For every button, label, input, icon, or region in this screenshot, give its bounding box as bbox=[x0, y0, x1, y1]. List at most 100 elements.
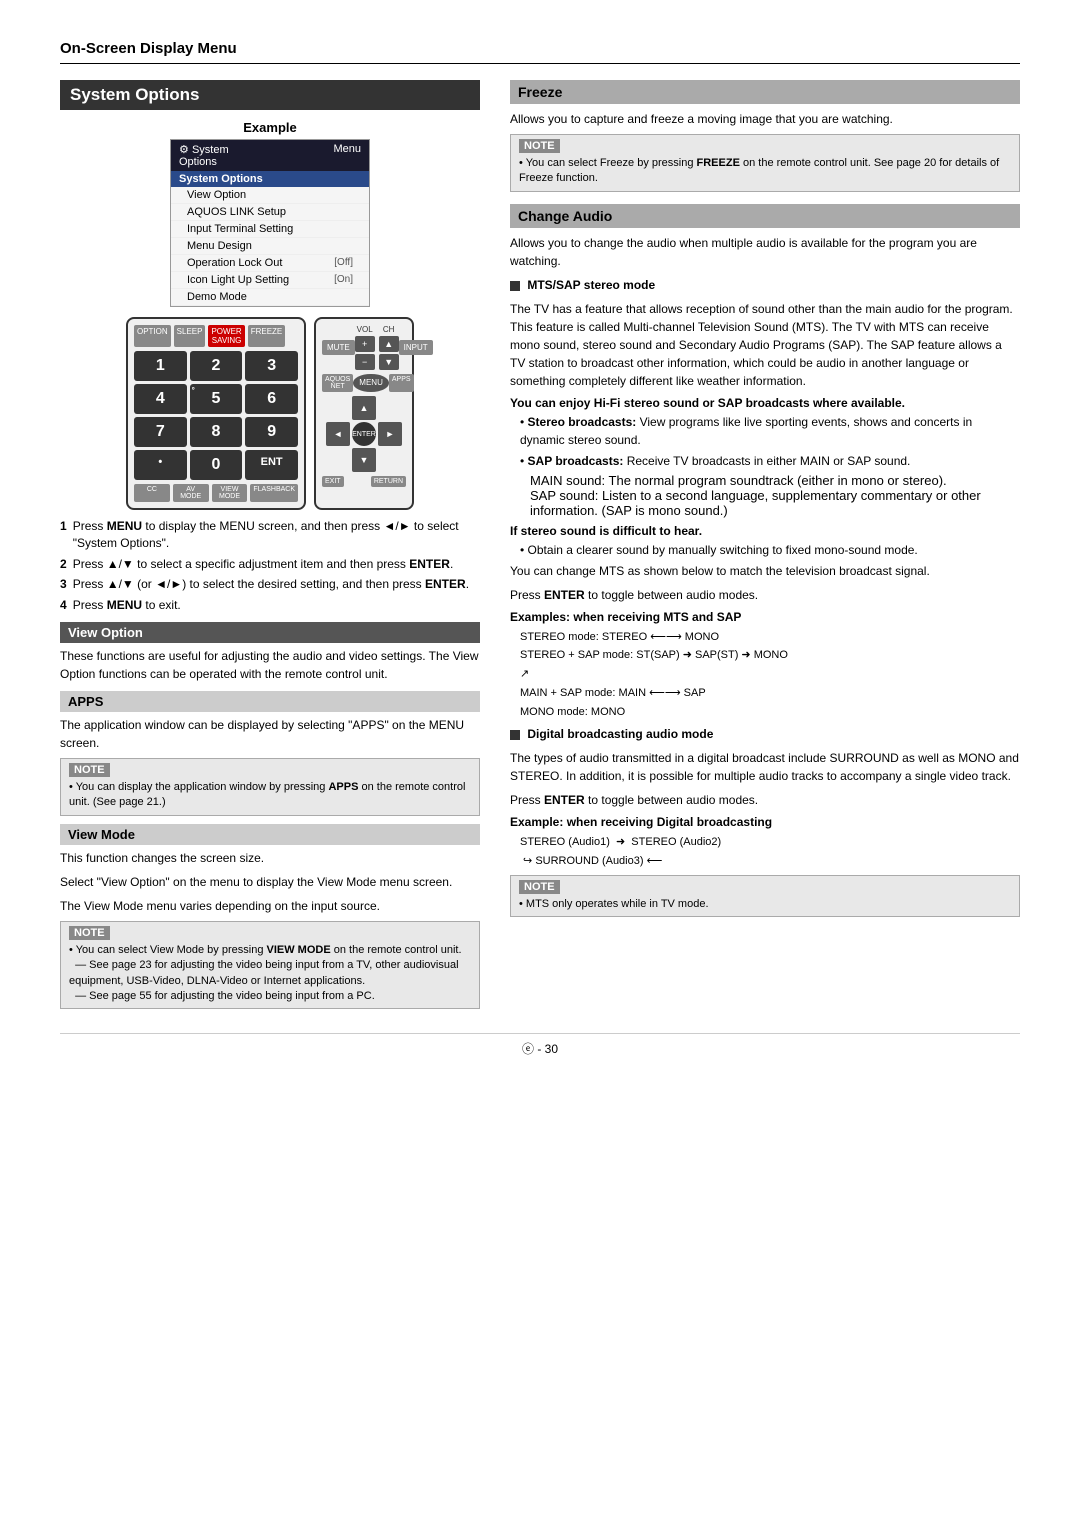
remote-left: OPTION SLEEP POWERSAVING FREEZE 1 2 3 4 … bbox=[126, 317, 306, 510]
icon-light-label: Icon Light Up Setting bbox=[187, 274, 289, 286]
square-bullet-icon bbox=[510, 281, 520, 291]
num-5[interactable]: 5° bbox=[190, 384, 243, 414]
page-header: On-Screen Display Menu bbox=[60, 40, 1020, 64]
freeze-heading: Freeze bbox=[510, 80, 1020, 104]
power-button[interactable]: POWERSAVING bbox=[208, 325, 244, 347]
dpad: ▲ ◄ ENTER ► ▼ bbox=[326, 396, 402, 472]
step-1-num: 1 bbox=[60, 518, 67, 552]
step-3: 3 Press ▲/▼ (or ◄/►) to select the desir… bbox=[60, 576, 480, 593]
remote-area: OPTION SLEEP POWERSAVING FREEZE 1 2 3 4 … bbox=[60, 317, 480, 510]
num-dot[interactable]: • bbox=[134, 450, 187, 480]
menu-item-input[interactable]: Input Terminal Setting bbox=[171, 221, 369, 238]
remote-right: MUTE VOL + − CH ▲ ▼ bbox=[314, 317, 414, 510]
enter-button[interactable]: ENTER bbox=[352, 422, 376, 446]
menu-button[interactable]: MENU bbox=[353, 374, 389, 392]
menu-item-menu-design[interactable]: Menu Design bbox=[171, 238, 369, 255]
change-audio-text: Allows you to change the audio when mult… bbox=[510, 234, 1020, 270]
num-ent[interactable]: ENT bbox=[245, 450, 298, 480]
num-9[interactable]: 9 bbox=[245, 417, 298, 447]
menu-header: ⚙ SystemOptions Menu bbox=[171, 140, 369, 171]
dpad-left[interactable]: ◄ bbox=[326, 422, 350, 446]
sap-sound: SAP sound: Listen to a second language, … bbox=[530, 488, 1020, 518]
dpad-down[interactable]: ▼ bbox=[352, 448, 376, 472]
freeze-button[interactable]: FREEZE bbox=[248, 325, 286, 347]
page-number: ⓔ - 30 bbox=[60, 1033, 1020, 1057]
step-4-text: Press MENU to exit. bbox=[73, 597, 181, 614]
menu-mockup: ⚙ SystemOptions Menu System Options View… bbox=[170, 139, 370, 307]
examples-mts-heading: Examples: when receiving MTS and SAP bbox=[510, 610, 1020, 624]
dpad-up[interactable]: ▲ bbox=[352, 396, 376, 420]
operation-lock-label: Operation Lock Out bbox=[187, 257, 282, 269]
step-1: 1 Press MENU to display the MENU screen,… bbox=[60, 518, 480, 552]
stereo-bullet: Stereo broadcasts: View programs like li… bbox=[520, 413, 1020, 449]
apps-note-text: • You can display the application window… bbox=[69, 780, 471, 811]
remote-top-buttons: OPTION SLEEP POWERSAVING FREEZE bbox=[134, 325, 298, 347]
exit-button[interactable]: EXIT bbox=[322, 476, 344, 487]
view-mode-text3: The View Mode menu varies depending on t… bbox=[60, 897, 480, 915]
dpad-empty-tr bbox=[378, 396, 402, 420]
menu-item-view-option[interactable]: View Option bbox=[171, 187, 369, 204]
num-2[interactable]: 2 bbox=[190, 351, 243, 381]
numpad: 1 2 3 4 5° 6 7 8 9 • 0 ENT bbox=[134, 351, 298, 480]
num-8[interactable]: 8 bbox=[190, 417, 243, 447]
input-button[interactable]: INPUT bbox=[399, 340, 433, 355]
menu-item-demo[interactable]: Demo Mode bbox=[171, 289, 369, 306]
flashback-button[interactable]: FLASHBACK bbox=[250, 484, 298, 502]
vol-down[interactable]: − bbox=[355, 354, 375, 370]
apps-note: NOTE • You can display the application w… bbox=[60, 758, 480, 816]
ch-up[interactable]: ▲ bbox=[379, 336, 399, 352]
step-4-num: 4 bbox=[60, 597, 67, 614]
freeze-text: Allows you to capture and freeze a movin… bbox=[510, 110, 1020, 128]
mts-flow1: STEREO mode: STEREO ⟵⟶ MONO bbox=[520, 628, 1020, 647]
sleep-button[interactable]: SLEEP bbox=[174, 325, 206, 347]
steps: 1 Press MENU to display the MENU screen,… bbox=[60, 518, 480, 614]
dpad-right[interactable]: ► bbox=[378, 422, 402, 446]
sap-bullet: SAP broadcasts: Receive TV broadcasts in… bbox=[520, 452, 1020, 470]
step-3-text: Press ▲/▼ (or ◄/►) to select the desired… bbox=[73, 576, 469, 593]
vol-up[interactable]: + bbox=[355, 336, 375, 352]
cc-button[interactable]: CC bbox=[134, 484, 170, 502]
apps-button[interactable]: APPS bbox=[389, 374, 414, 392]
bottom-buttons: CC AV MODE VIEW MODE FLASHBACK bbox=[134, 484, 298, 502]
ch-down[interactable]: ▼ bbox=[379, 354, 399, 370]
mts-sap-heading: MTS/SAP stereo mode bbox=[510, 276, 1020, 294]
square-bullet-digital-icon bbox=[510, 730, 520, 740]
option-button[interactable]: OPTION bbox=[134, 325, 171, 347]
difficult-bullet: Obtain a clearer sound by manually switc… bbox=[520, 541, 1020, 559]
operation-lock-value: [Off] bbox=[334, 257, 353, 269]
menu-label: Menu bbox=[333, 143, 361, 168]
freeze-note-text: • You can select Freeze by pressing FREE… bbox=[519, 156, 1011, 187]
return-button[interactable]: RETURN bbox=[371, 476, 406, 487]
right-column: Freeze Allows you to capture and freeze … bbox=[510, 80, 1020, 1013]
digital-text: The types of audio transmitted in a digi… bbox=[510, 749, 1020, 785]
num-3[interactable]: 3 bbox=[245, 351, 298, 381]
dpad-empty-br bbox=[378, 448, 402, 472]
mute-button[interactable]: MUTE bbox=[322, 340, 355, 355]
menu-system-label: ⚙ SystemOptions bbox=[179, 143, 229, 168]
num-0[interactable]: 0 bbox=[190, 450, 243, 480]
menu-item-icon-light[interactable]: Icon Light Up Setting [On] bbox=[171, 272, 369, 289]
digital-heading: Digital broadcasting audio mode bbox=[510, 725, 1020, 743]
num-4[interactable]: 4 bbox=[134, 384, 187, 414]
freeze-section: Freeze Allows you to capture and freeze … bbox=[510, 80, 1020, 192]
right-remote-bottom: EXIT RETURN bbox=[322, 476, 406, 487]
menu-item-aquos[interactable]: AQUOS LINK Setup bbox=[171, 204, 369, 221]
mts-flow5: MONO mode: MONO bbox=[520, 703, 1020, 722]
num-1[interactable]: 1 bbox=[134, 351, 187, 381]
example-label: Example bbox=[60, 120, 480, 135]
aquos-net-button[interactable]: AQUOSNET bbox=[322, 374, 353, 392]
num-6[interactable]: 6 bbox=[245, 384, 298, 414]
menu-item-operation-lock[interactable]: Operation Lock Out [Off] bbox=[171, 255, 369, 272]
num-7[interactable]: 7 bbox=[134, 417, 187, 447]
stereo-term: Stereo broadcasts: bbox=[528, 415, 637, 429]
page-header-title: On-Screen Display Menu bbox=[60, 40, 1020, 57]
step-1-text: Press MENU to display the MENU screen, a… bbox=[73, 518, 480, 552]
viewmode-button[interactable]: VIEW MODE bbox=[212, 484, 248, 502]
section-title: System Options bbox=[60, 80, 480, 110]
step-4: 4 Press MENU to exit. bbox=[60, 597, 480, 614]
enter-toggle-text: Press ENTER to toggle between audio mode… bbox=[510, 586, 1020, 604]
vol-group: VOL + − bbox=[355, 325, 375, 370]
remote-container: OPTION SLEEP POWERSAVING FREEZE 1 2 3 4 … bbox=[126, 317, 414, 510]
menu-submenu: System Options bbox=[171, 171, 369, 187]
avmode-button[interactable]: AV MODE bbox=[173, 484, 209, 502]
